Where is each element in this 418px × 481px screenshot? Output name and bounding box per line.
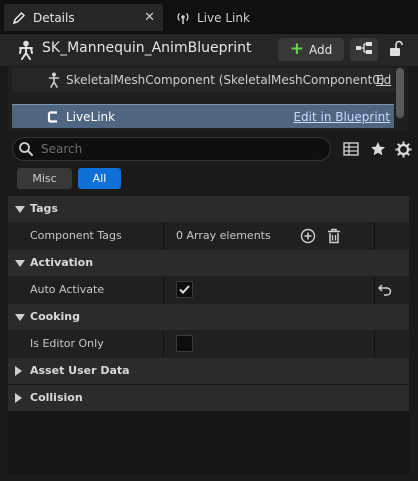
chevron-down-icon (15, 312, 25, 325)
add-element-icon[interactable] (300, 228, 316, 244)
tree-scrollbar[interactable] (396, 68, 404, 118)
component-row-skeletal-mesh[interactable]: SkeletalMeshComponent (SkeletalMeshCompo… (12, 68, 394, 92)
filter-misc-button[interactable]: Misc (17, 168, 72, 189)
filter-all-button[interactable]: All (78, 168, 121, 189)
edit-link[interactable]: Ed (376, 73, 391, 87)
property-row-component-tags: Component Tags 0 Array elements (8, 222, 409, 250)
property-name: Is Editor Only (30, 337, 104, 350)
tab-details-label: Details (33, 10, 75, 25)
details-header: SK_Mannequin_AnimBlueprint + Add (0, 34, 418, 66)
details-panel: Details ✕ Live Link SK_Mannequin_AnimBlu… (0, 0, 418, 481)
property-grid: Tags Component Tags 0 Array elements Act… (8, 196, 409, 474)
chevron-down-icon (15, 258, 25, 271)
category-label: Asset User Data (30, 364, 130, 377)
property-row-is-editor-only: Is Editor Only (8, 330, 409, 358)
auto-activate-checkbox[interactable] (176, 281, 193, 298)
category-label: Cooking (30, 310, 80, 323)
blueprint-title: SK_Mannequin_AnimBlueprint (42, 40, 252, 56)
add-button-label: Add (309, 42, 333, 57)
component-tree: SkeletalMeshComponent (SkeletalMeshCompo… (8, 66, 408, 130)
star-icon[interactable] (369, 140, 387, 158)
tab-live-link-label: Live Link (197, 10, 250, 25)
add-component-button[interactable]: + Add (278, 38, 344, 61)
category-label: Tags (30, 202, 58, 215)
component-label: SkeletalMeshComponent (SkeletalMeshCompo… (66, 73, 385, 87)
broadcast-icon (175, 10, 191, 26)
search-box[interactable] (12, 137, 331, 161)
pencil-icon (11, 10, 27, 26)
component-row-livelink[interactable]: LiveLink Edit in Blueprint (12, 104, 394, 128)
is-editor-only-checkbox[interactable] (176, 335, 193, 352)
chevron-right-icon (15, 366, 23, 379)
edit-in-blueprint-link[interactable]: Edit in Blueprint (293, 110, 390, 124)
category-label: Activation (30, 256, 94, 269)
array-count: 0 Array elements (176, 229, 271, 242)
gear-icon[interactable] (394, 140, 412, 158)
category-activation[interactable]: Activation (8, 250, 409, 276)
category-label: Collision (30, 391, 83, 404)
lock-icon[interactable] (388, 39, 406, 59)
property-name: Component Tags (30, 229, 122, 242)
category-collision[interactable]: Collision (8, 385, 409, 411)
category-tags[interactable]: Tags (8, 196, 409, 222)
hierarchy-button[interactable] (350, 38, 378, 61)
tab-live-link[interactable]: Live Link (168, 4, 288, 31)
category-asset-user-data[interactable]: Asset User Data (8, 358, 409, 384)
category-cooking[interactable]: Cooking (8, 304, 409, 330)
close-icon[interactable]: ✕ (144, 10, 155, 25)
checkmark-icon (179, 285, 190, 294)
plus-icon: + (289, 39, 304, 59)
component-label: LiveLink (66, 110, 116, 124)
property-name: Auto Activate (30, 283, 105, 296)
trash-icon[interactable] (326, 228, 342, 244)
search-icon (18, 141, 34, 157)
hierarchy-icon (355, 41, 373, 58)
property-row-auto-activate: Auto Activate (8, 276, 409, 304)
skeleton-icon (17, 40, 35, 63)
chevron-right-icon (15, 393, 23, 406)
search-input[interactable] (41, 142, 301, 156)
table-view-icon[interactable] (342, 140, 360, 158)
tab-bar: Details ✕ Live Link (0, 0, 418, 34)
chevron-down-icon (15, 204, 25, 217)
tab-details[interactable]: Details ✕ (4, 4, 163, 31)
cpp-class-icon (46, 109, 60, 128)
reset-to-default-icon[interactable] (377, 282, 393, 298)
skeleton-icon (48, 72, 60, 91)
